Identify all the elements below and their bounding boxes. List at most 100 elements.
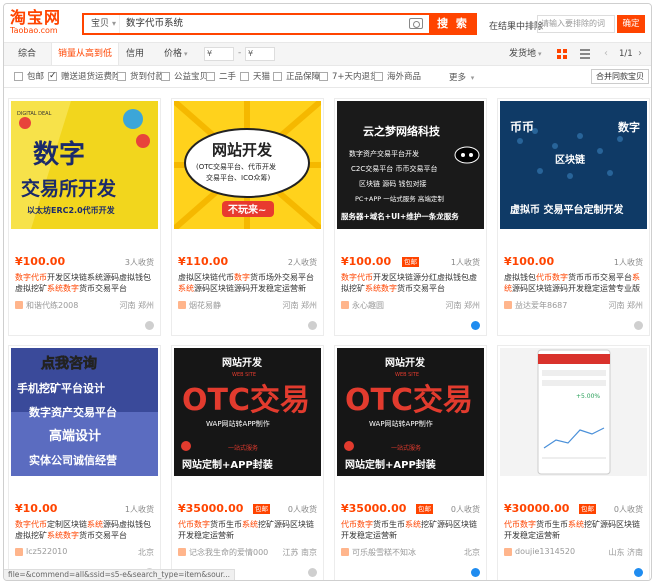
- filter-label: 赠送退货运费险: [61, 72, 121, 82]
- location: 北京: [464, 548, 480, 557]
- product-title[interactable]: 代币数字货币生币系统挖矿源码区块链开发稳定运营新: [504, 519, 645, 543]
- logo-text: 淘宝网: [10, 8, 62, 27]
- price-dash: -: [238, 48, 242, 58]
- grid-view-icon[interactable]: [557, 49, 567, 59]
- product-card[interactable]: 网站开发 (OTC交易平台、代币开发 交易平台、ICO众筹) 不玩来~ ¥110…: [171, 98, 324, 336]
- taobao-logo[interactable]: 淘宝网 Taobao.com: [10, 10, 66, 38]
- sort-credit[interactable]: 信用: [126, 43, 144, 65]
- confirm-button[interactable]: 确定: [617, 15, 645, 33]
- product-title[interactable]: 虚拟区块链代币数字货币场外交易平台系统源码区块链源码开发稳定运营新: [178, 272, 319, 296]
- price: ¥110.00: [178, 255, 229, 268]
- product-title[interactable]: 代币数字货币生币系统挖矿源码区块链开发稳定运营新: [341, 519, 482, 543]
- product-card[interactable]: 币币 区块链 数字 虚拟币 交易平台定制开发 ¥100.00 1人收货 虚拟钱包…: [497, 98, 650, 336]
- merge-same-items-button[interactable]: 合并同款宝贝: [591, 69, 649, 84]
- filter-return-insurance[interactable]: 赠送退货运费险: [48, 70, 121, 83]
- product-image[interactable]: +5.00%: [500, 348, 647, 476]
- price-max-input[interactable]: ¥: [245, 47, 275, 61]
- svg-text:币币: 币币: [510, 120, 534, 134]
- wangwang-chat-icon[interactable]: [471, 321, 480, 330]
- wangwang-chat-icon[interactable]: [634, 568, 643, 577]
- wangwang-chat-icon[interactable]: [471, 568, 480, 577]
- camera-icon[interactable]: [409, 18, 423, 29]
- checkbox[interactable]: [273, 72, 282, 81]
- svg-text:C2C交易平台 币币交易平台: C2C交易平台 币币交易平台: [351, 164, 437, 173]
- checkbox[interactable]: [161, 72, 170, 81]
- product-image[interactable]: 网站开发 WEB SITE OTC交易 WAP网站转APP制作 一站式服务 网站…: [337, 348, 484, 476]
- shop-name[interactable]: 可乐般雪糕不知冰: [341, 547, 416, 558]
- filter-genuine[interactable]: 正品保障: [273, 71, 320, 83]
- checkbox[interactable]: [319, 72, 328, 81]
- product-card[interactable]: 点我咨询 手机挖矿平台设计 数字资产交易平台 高端设计 实体公司诚信经营 ¥10…: [8, 345, 161, 580]
- price: ¥100.00: [15, 255, 66, 268]
- filter-tmall[interactable]: 天猫: [240, 71, 270, 83]
- wangwang-chat-icon[interactable]: [308, 321, 317, 330]
- prev-page-icon[interactable]: ‹: [604, 43, 608, 65]
- wangwang-chat-icon[interactable]: [308, 568, 317, 577]
- product-title[interactable]: 数字代币开发区块链源分红虚拟钱包虚拟挖矿系统数字货币交易平台: [341, 272, 482, 296]
- free-shipping-badge: 包邮: [416, 504, 433, 514]
- svg-text:点我咨询: 点我咨询: [41, 355, 97, 372]
- checkbox[interactable]: [117, 72, 126, 81]
- sort-default[interactable]: 综合: [18, 43, 36, 65]
- price: ¥35000.00: [178, 502, 244, 515]
- filter-charity[interactable]: 公益宝贝: [161, 71, 208, 83]
- svg-text:一站式服务: 一站式服务: [228, 444, 258, 452]
- product-card[interactable]: 云之梦网络科技 数字资产交易平台开发 C2C交易平台 币币交易平台 区块链 源码…: [334, 98, 487, 336]
- filter-overseas[interactable]: 海外商品: [374, 71, 421, 83]
- shop-name[interactable]: 和谐代练2008: [15, 300, 78, 311]
- filter-second-hand[interactable]: 二手: [206, 71, 236, 83]
- product-image[interactable]: 网站开发 (OTC交易平台、代币开发 交易平台、ICO众筹) 不玩来~: [174, 101, 321, 229]
- product-image[interactable]: 网站开发 WEB SITE OTC交易 WAP网站转APP制作 一站式服务 网站…: [174, 348, 321, 476]
- product-title[interactable]: 数字代币定制区块链系统源码虚拟钱包虚拟挖矿系统数字货币交易平台: [15, 519, 156, 543]
- page-info: 1/1: [619, 49, 633, 59]
- product-card[interactable]: 网站开发 WEB SITE OTC交易 WAP网站转APP制作 一站式服务 网站…: [334, 345, 487, 580]
- wangwang-chat-icon[interactable]: [634, 321, 643, 330]
- filter-label: 7+天内退货: [332, 72, 379, 82]
- price-min-input[interactable]: ¥: [204, 47, 234, 61]
- search-category-select[interactable]: 宝贝: [84, 15, 120, 33]
- more-filters-button[interactable]: 更多 ▾: [449, 71, 474, 83]
- product-title[interactable]: 代币数字货币生币系统挖矿源码区块链开发稳定运营新: [178, 519, 319, 543]
- wangwang-chat-icon[interactable]: [145, 321, 154, 330]
- filter-7day-return[interactable]: 7+天内退货: [319, 71, 379, 83]
- shop-name[interactable]: doujie1314520: [504, 547, 575, 556]
- chevron-down-icon: ▾: [184, 50, 188, 58]
- product-image[interactable]: 点我咨询 手机挖矿平台设计 数字资产交易平台 高端设计 实体公司诚信经营: [11, 348, 158, 476]
- checkbox[interactable]: [240, 72, 249, 81]
- shop-name[interactable]: lcz522010: [15, 547, 67, 556]
- svg-text:虚拟币 交易平台定制开发: 虚拟币 交易平台定制开发: [510, 203, 624, 216]
- svg-text:一站式服务: 一站式服务: [391, 444, 421, 452]
- product-card[interactable]: +5.00% ¥30000.00 包邮 0人收货 代币数字货币生币系统挖矿源码区…: [497, 345, 650, 580]
- svg-text:交易平台、ICO众筹): 交易平台、ICO众筹): [206, 173, 270, 182]
- svg-text:WAP网站转APP制作: WAP网站转APP制作: [369, 419, 433, 428]
- search-input[interactable]: 数字代币系统: [126, 15, 183, 33]
- exclude-input[interactable]: 请输入要排除的词: [537, 15, 615, 33]
- shop-name[interactable]: 烟花易静: [178, 300, 221, 311]
- sales-count: 1人收货: [450, 258, 480, 267]
- search-button[interactable]: 搜 索: [429, 13, 477, 35]
- location: 江苏 南京: [282, 548, 317, 557]
- shop-name[interactable]: 永心趣圆: [341, 300, 384, 311]
- ship-from-select[interactable]: 发货地 ▾: [509, 43, 542, 65]
- sales-count: 1人收货: [613, 258, 643, 267]
- price: ¥100.00: [341, 255, 392, 268]
- shop-name[interactable]: 益达爱年8687: [504, 300, 567, 311]
- product-image[interactable]: 币币 区块链 数字 虚拟币 交易平台定制开发: [500, 101, 647, 229]
- sort-sales-desc[interactable]: 销量从高到低: [51, 43, 120, 65]
- filter-free-shipping[interactable]: 包邮: [14, 71, 44, 83]
- list-view-icon[interactable]: [580, 49, 590, 59]
- product-image[interactable]: 云之梦网络科技 数字资产交易平台开发 C2C交易平台 币币交易平台 区块链 源码…: [337, 101, 484, 229]
- checkbox[interactable]: [374, 72, 383, 81]
- checkbox[interactable]: [206, 72, 215, 81]
- shop-name[interactable]: 记念我生命的爱情000: [178, 547, 268, 558]
- checkbox[interactable]: [14, 72, 23, 81]
- checkbox-checked[interactable]: [48, 70, 57, 82]
- next-page-icon[interactable]: ›: [638, 43, 642, 65]
- product-card[interactable]: DIGITAL DEAL 数字 交易所开发 以太坊ERC2.0代币开发 ¥100…: [8, 98, 161, 336]
- product-image[interactable]: DIGITAL DEAL 数字 交易所开发 以太坊ERC2.0代币开发: [11, 101, 158, 229]
- product-title[interactable]: 虚拟钱包代币数字货币币币交易平台系统源码区块链源码开发稳定运营专业版: [504, 272, 645, 296]
- sort-price[interactable]: 价格 ▾: [164, 43, 188, 65]
- product-title[interactable]: 数字代币开发区块链系统源码虚拟钱包虚拟挖矿系统数字货币交易平台: [15, 272, 156, 296]
- filter-cod[interactable]: 货到付款: [117, 71, 164, 83]
- product-card[interactable]: 网站开发 WEB SITE OTC交易 WAP网站转APP制作 一站式服务 网站…: [171, 345, 324, 580]
